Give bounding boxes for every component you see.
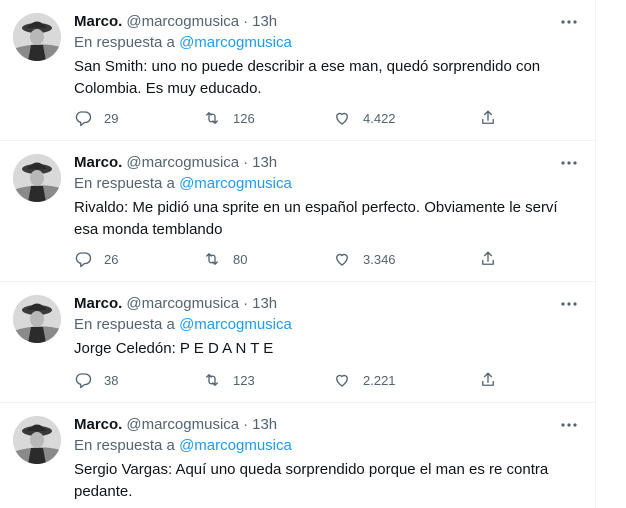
tweet[interactable]: Marco. @marcogmusica · 13h En respuesta a @… xyxy=(0,0,595,141)
reply-count: 26 xyxy=(104,251,119,267)
retweet-count: 126 xyxy=(233,110,255,126)
share-icon xyxy=(482,251,494,265)
retweet-icon xyxy=(206,112,218,124)
reply-context: En respuesta a @marcogmusica xyxy=(74,315,292,335)
reply-mention-link[interactable]: @marcogmusica xyxy=(179,316,292,333)
like-button[interactable]: 2.221 xyxy=(333,370,396,390)
tweet-actions: 26 80 3.346 xyxy=(74,249,514,269)
like-count: 2.221 xyxy=(363,372,396,388)
reply-count: 38 xyxy=(104,372,119,388)
author-handle[interactable]: @marcogmusica xyxy=(126,13,239,30)
reply-prefix: En respuesta a xyxy=(74,437,175,454)
tweet-header: Marco. @marcogmusica · 13h xyxy=(74,12,583,32)
avatar-image xyxy=(13,154,61,202)
separator: · xyxy=(243,154,249,171)
reply-button[interactable]: 29 xyxy=(74,108,118,128)
tweet[interactable]: Marco. @marcogmusica · 13h En respuesta a @… xyxy=(0,403,595,508)
tweet-header: Marco. @marcogmusica · 13h xyxy=(74,294,583,314)
avatar[interactable] xyxy=(13,295,61,343)
tweet-actions: 29 126 4.422 xyxy=(74,108,514,128)
like-count: 4.422 xyxy=(363,110,396,126)
share-button[interactable] xyxy=(479,370,509,390)
author-handle[interactable]: @marcogmusica xyxy=(126,295,239,312)
reply-context: En respuesta a @marcogmusica xyxy=(74,436,292,456)
share-icon xyxy=(482,110,494,124)
more-horizontal-icon[interactable] xyxy=(559,415,579,435)
reply-button[interactable]: 26 xyxy=(74,249,118,269)
reply-prefix: En respuesta a xyxy=(74,34,175,51)
tweet-actions: 38 123 2.221 xyxy=(74,370,514,390)
share-button[interactable] xyxy=(479,249,509,269)
reply-icon xyxy=(75,111,92,127)
avatar-image xyxy=(13,13,61,61)
reply-button[interactable]: 38 xyxy=(74,370,118,390)
heart-icon xyxy=(336,253,348,266)
tweet-header: Marco. @marcogmusica · 13h xyxy=(74,153,583,173)
avatar[interactable] xyxy=(13,13,61,61)
like-count: 3.346 xyxy=(363,251,396,267)
reply-mention-link[interactable]: @marcogmusica xyxy=(179,437,292,454)
tweet[interactable]: Marco. @marcogmusica · 13h En respuesta a @… xyxy=(0,282,595,403)
reply-context: En respuesta a @marcogmusica xyxy=(74,33,292,53)
retweet-button[interactable]: 80 xyxy=(203,249,247,269)
more-horizontal-icon[interactable] xyxy=(559,12,579,32)
reply-icon xyxy=(75,373,92,389)
retweet-button[interactable]: 123 xyxy=(203,370,255,390)
tweet-header: Marco. @marcogmusica · 13h xyxy=(74,415,583,435)
avatar-image xyxy=(13,295,61,343)
tweet-feed: Marco. @marcogmusica · 13h En respuesta a @… xyxy=(0,0,596,508)
timestamp[interactable]: 13h xyxy=(252,154,277,171)
like-button[interactable]: 4.422 xyxy=(333,108,396,128)
avatar[interactable] xyxy=(13,154,61,202)
author-name[interactable]: Marco. xyxy=(74,295,122,312)
retweet-icon xyxy=(206,374,218,386)
reply-icon xyxy=(75,252,92,268)
author-name[interactable]: Marco. xyxy=(74,154,122,171)
tweet-text: San Smith: uno no puede describir a ese … xyxy=(74,58,541,97)
separator: · xyxy=(243,13,249,30)
avatar[interactable] xyxy=(13,416,61,464)
reply-count: 29 xyxy=(104,110,119,126)
heart-icon xyxy=(336,374,348,387)
timestamp[interactable]: 13h xyxy=(252,416,277,433)
timestamp[interactable]: 13h xyxy=(252,295,277,312)
retweet-count: 123 xyxy=(233,372,255,388)
separator: · xyxy=(243,416,249,433)
heart-icon xyxy=(336,112,348,125)
separator: · xyxy=(243,295,249,312)
like-button[interactable]: 3.346 xyxy=(333,249,396,269)
author-handle[interactable]: @marcogmusica xyxy=(126,154,239,171)
author-handle[interactable]: @marcogmusica xyxy=(126,416,239,433)
timestamp[interactable]: 13h xyxy=(252,13,277,30)
reply-mention-link[interactable]: @marcogmusica xyxy=(179,34,292,51)
retweet-button[interactable]: 126 xyxy=(203,108,255,128)
tweet[interactable]: Marco. @marcogmusica · 13h En respuesta a @… xyxy=(0,141,595,282)
share-icon xyxy=(482,372,494,386)
reply-mention-link[interactable]: @marcogmusica xyxy=(179,175,292,192)
retweet-icon xyxy=(206,253,218,265)
more-horizontal-icon[interactable] xyxy=(559,153,579,173)
share-button[interactable] xyxy=(479,108,509,128)
reply-context: En respuesta a @marcogmusica xyxy=(74,174,292,194)
avatar-image xyxy=(13,416,61,464)
tweet-text: Jorge Celedón: P E D A N T E xyxy=(74,340,274,357)
reply-prefix: En respuesta a xyxy=(74,175,175,192)
retweet-count: 80 xyxy=(233,251,248,267)
tweet-text: Rivaldo: Me pidió una sprite en un españ… xyxy=(74,199,558,238)
tweet-text: Sergio Vargas: Aquí uno queda sorprendid… xyxy=(74,461,549,500)
reply-prefix: En respuesta a xyxy=(74,316,175,333)
author-name[interactable]: Marco. xyxy=(74,416,122,433)
more-horizontal-icon[interactable] xyxy=(559,294,579,314)
author-name[interactable]: Marco. xyxy=(74,13,122,30)
